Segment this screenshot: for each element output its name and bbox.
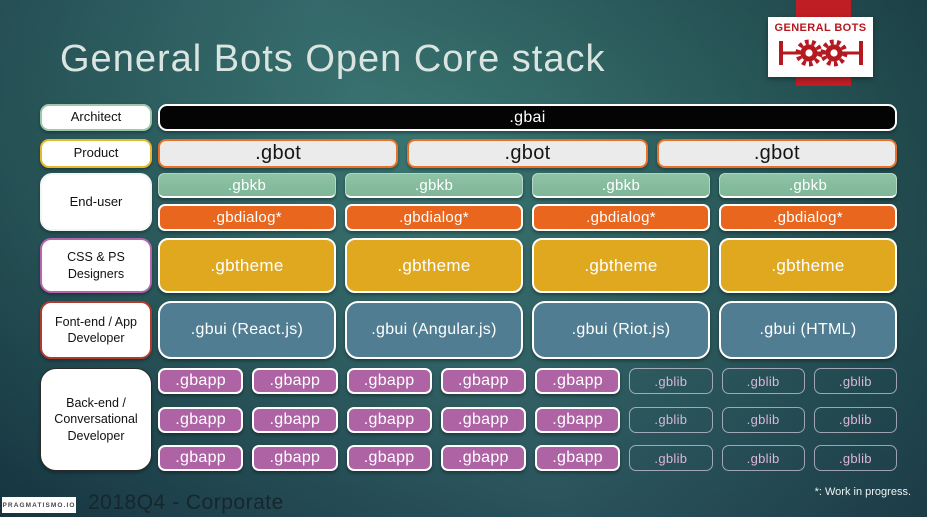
gears-icon (778, 39, 863, 67)
gbapp-box: .gbapp (158, 406, 244, 433)
gbapp-box: .gbapp (252, 445, 338, 471)
backend-line-2: .gbapp .gbapp .gbapp .gbapp .gbapp .gbli… (158, 406, 897, 433)
designers-row: CSS & PS Designers .gbtheme .gbtheme .gb… (40, 238, 897, 293)
gbtheme-box: .gbtheme (532, 238, 710, 293)
gbkb-box: .gbkb (719, 173, 897, 198)
gbui-react-box: .gbui (React.js) (158, 301, 336, 359)
gblib-box: .gblib (629, 406, 713, 433)
gbtheme-box: .gbtheme (719, 238, 897, 293)
gbot-box: .gbot (656, 139, 897, 168)
end-user-row: End-user .gbkb .gbkb .gbkb .gbkb .gbdial… (40, 173, 897, 231)
gbapp-box: .gbapp (535, 368, 621, 394)
gbapp-box: .gbapp (252, 368, 338, 394)
gblib-box: .gblib (721, 445, 805, 471)
gblib-box: .gblib (721, 406, 805, 433)
gbapp-box: .gbapp (346, 368, 432, 394)
gbkb-box: .gbkb (532, 173, 710, 198)
gblib-box: .gblib (813, 445, 897, 471)
product-row: Product .gbot .gbot .gbot (40, 139, 897, 168)
gbdialog-box: .gbdialog* (532, 204, 710, 231)
backend-line-1: .gbapp .gbapp .gbapp .gbapp .gbapp .gbli… (158, 368, 897, 394)
edition-text: 2018Q4 - Corporate (88, 491, 284, 514)
row-label-backend: Back-end / Conversational Developer (40, 368, 152, 471)
gbui-angular-box: .gbui (Angular.js) (345, 301, 523, 359)
page-title: General Bots Open Core stack (60, 38, 606, 80)
gbapp-box: .gbapp (440, 368, 526, 394)
slide: General Bots Open Core stack GENERAL BOT… (0, 0, 927, 517)
gblib-box: .gblib (813, 406, 897, 433)
gbot-box: .gbot (407, 139, 648, 168)
gbdialog-box: .gbdialog* (345, 204, 523, 231)
gbdialog-box: .gbdialog* (158, 204, 336, 231)
gbapp-box: .gbapp (252, 406, 338, 433)
gblib-box: .gblib (721, 368, 805, 394)
gbapp-box: .gbapp (440, 445, 526, 471)
pragmatismo-badge: PRAGMATISMO.IO (2, 497, 76, 513)
gbtheme-box: .gbtheme (158, 238, 336, 293)
row-label-product: Product (40, 139, 152, 168)
logo-brand-text: GENERAL BOTS (774, 22, 867, 34)
gblib-box: .gblib (813, 368, 897, 394)
gbapp-box: .gbapp (440, 406, 526, 433)
backend-line-3: .gbapp .gbapp .gbapp .gbapp .gbapp .gbli… (158, 445, 897, 471)
gbapp-box: .gbapp (346, 445, 432, 471)
gbai-bar: .gbai (158, 104, 897, 131)
gbot-box: .gbot (158, 139, 399, 168)
backend-row: Back-end / Conversational Developer .gba… (40, 368, 897, 471)
row-label-end-user: End-user (40, 173, 152, 231)
gbapp-box: .gbapp (346, 406, 432, 433)
gbkb-box: .gbkb (345, 173, 523, 198)
gbapp-box: .gbapp (158, 368, 244, 394)
row-label-designers: CSS & PS Designers (40, 238, 152, 293)
gblib-box: .gblib (629, 445, 713, 471)
gbui-riot-box: .gbui (Riot.js) (532, 301, 710, 359)
gbdialog-box: .gbdialog* (719, 204, 897, 231)
gbkb-box: .gbkb (158, 173, 336, 198)
general-bots-logo: GENERAL BOTS (768, 17, 873, 77)
gbapp-box: .gbapp (535, 445, 621, 471)
stack-diagram: Architect .gbai Product .gbot .gbot .gbo… (40, 104, 897, 471)
gblib-box: .gblib (629, 368, 713, 394)
gbapp-box: .gbapp (535, 406, 621, 433)
architect-row: Architect .gbai (40, 104, 897, 131)
gbtheme-box: .gbtheme (345, 238, 523, 293)
gbui-html-box: .gbui (HTML) (719, 301, 897, 359)
row-label-frontend: Font-end / App Developer (40, 301, 152, 359)
work-in-progress-note: *: Work in progress. (814, 486, 911, 498)
gbapp-box: .gbapp (158, 445, 244, 471)
row-label-architect: Architect (40, 104, 152, 131)
frontend-row: Font-end / App Developer .gbui (React.js… (40, 301, 897, 359)
